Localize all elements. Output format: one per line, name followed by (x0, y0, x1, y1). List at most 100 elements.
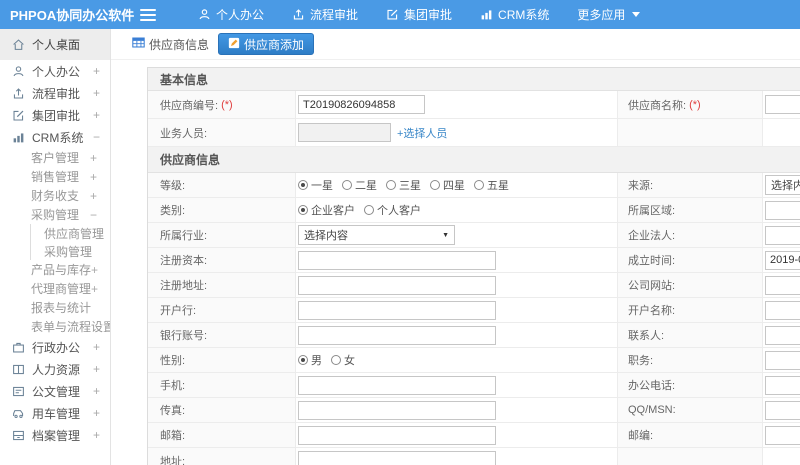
establish-date-input[interactable] (765, 250, 800, 270)
edit-icon (386, 8, 399, 21)
fax-input[interactable] (298, 400, 496, 420)
tab-bar: 供应商信息 供应商添加 (111, 29, 800, 60)
supplier-code-input[interactable] (298, 95, 425, 114)
sidebar-item-finance[interactable]: 财务收支 + (0, 186, 110, 205)
bank-account-input[interactable] (298, 325, 496, 345)
bank-input[interactable] (298, 300, 496, 320)
sidebar-item-archive-mgmt[interactable]: 档案管理 + (0, 424, 110, 446)
tab-supplier-list[interactable]: 供应商信息 (132, 36, 209, 53)
book-icon (12, 363, 25, 376)
grade-option-3star[interactable]: 三星 (386, 177, 421, 193)
sidebar-item-admin-office[interactable]: 行政办公 + (0, 336, 110, 358)
grade-option-4star[interactable]: 四星 (430, 177, 465, 193)
legal-person-label: 企业法人: (628, 230, 676, 242)
region-input[interactable] (765, 200, 800, 220)
select-staff-link[interactable]: +选择人员 (397, 125, 447, 141)
nav-workflow-approval[interactable]: 流程审批 (292, 6, 358, 23)
sidebar-item-hr[interactable]: 人力资源 + (0, 358, 110, 380)
sidebar-item-reports[interactable]: 报表与统计 (0, 298, 110, 317)
email-input[interactable] (298, 425, 496, 445)
document-icon (12, 385, 25, 398)
nav-group-approval[interactable]: 集团审批 (386, 6, 452, 23)
registered-address-input[interactable] (298, 275, 496, 295)
category-option-personal[interactable]: 个人客户 (364, 202, 421, 218)
gender-option-female[interactable]: 女 (331, 352, 355, 368)
sidebar-item-customer-mgmt[interactable]: 客户管理 + (0, 148, 110, 167)
website-input[interactable] (765, 275, 800, 295)
sidebar-item-purchase-mgmt[interactable]: 采购管理 − (0, 205, 110, 224)
grade-option-2star[interactable]: 二星 (342, 177, 377, 193)
nav-more-apps[interactable]: 更多应用 (577, 6, 641, 23)
contact-label: 联系人: (628, 330, 665, 342)
gender-option-male[interactable]: 男 (298, 352, 322, 368)
user-icon (12, 65, 25, 78)
mobile-input[interactable] (298, 375, 496, 395)
form-row-grade: 等级: 一星 二星 三星 四星 五星 来源: 选择内容▼ (148, 173, 800, 198)
sidebar-item-agent-mgmt[interactable]: 代理商管理 + (0, 279, 110, 298)
sidebar-item-product-inventory[interactable]: 产品与库存 + (0, 260, 110, 279)
sidebar-item-procurement-mgmt[interactable]: 采购管理 (30, 242, 110, 260)
upload-icon (12, 87, 25, 100)
office-phone-label: 办公电话: (628, 380, 676, 392)
tab-supplier-add[interactable]: 供应商添加 (218, 33, 315, 55)
sidebar-item-form-workflow-settings[interactable]: 表单与流程设置+ (0, 317, 110, 336)
sidebar-item-workflow-approval[interactable]: 流程审批 + (0, 82, 110, 104)
sidebar-item-personal-desktop[interactable]: 个人桌面 (0, 29, 110, 60)
email-label: 邮箱: (160, 430, 186, 442)
gender-radio-group: 男 女 (298, 352, 355, 368)
contact-input[interactable] (765, 325, 800, 345)
position-label: 职务: (628, 355, 654, 367)
account-name-input[interactable] (765, 300, 800, 320)
sidebar-item-supplier-mgmt[interactable]: 供应商管理 (30, 224, 110, 242)
expand-icon: + (91, 262, 99, 277)
sidebar-item-document-mgmt[interactable]: 公文管理 + (0, 380, 110, 402)
sidebar-item-vehicle-mgmt[interactable]: 用车管理 + (0, 402, 110, 424)
postcode-label: 邮编: (628, 430, 654, 442)
postcode-input[interactable] (765, 425, 800, 445)
required-mark: (*) (689, 98, 701, 111)
registered-capital-input[interactable] (298, 250, 496, 270)
collapse-icon: − (89, 207, 97, 222)
staff-input[interactable] (298, 123, 391, 142)
sidebar-item-crm[interactable]: CRM系统 − (0, 126, 110, 148)
briefcase-icon (12, 341, 25, 354)
supplier-name-input[interactable] (765, 95, 800, 114)
bank-account-label: 银行账号: (160, 330, 208, 342)
nav-crm-system[interactable]: CRM系统 (480, 6, 549, 23)
source-select[interactable]: 选择内容▼ (765, 175, 800, 195)
office-phone-input[interactable] (765, 375, 800, 395)
sidebar-item-sales-mgmt[interactable]: 销售管理 + (0, 167, 110, 186)
expand-icon: + (92, 86, 100, 100)
collapse-icon: − (92, 130, 100, 144)
car-icon (12, 407, 25, 420)
sidebar-item-group-approval[interactable]: 集团审批 + (0, 104, 110, 126)
expand-icon: + (92, 406, 100, 420)
supplier-add-form: 基本信息 供应商编号:(*) 供应商名称:(*) 业务人员: +选择人员 供应商… (147, 67, 800, 465)
radio-checked-icon (298, 180, 308, 190)
sidebar-item-personal-office[interactable]: 个人办公 + (0, 60, 110, 82)
top-nav: 个人办公 流程审批 集团审批 CRM系统 更多应用 (198, 6, 641, 23)
form-row-category: 类别: 企业客户 个人客户 所属区域: (148, 198, 800, 223)
address-input[interactable] (298, 451, 496, 465)
add-page-icon (228, 37, 240, 52)
legal-person-input[interactable] (765, 225, 800, 245)
website-label: 公司网站: (628, 280, 676, 292)
category-option-company[interactable]: 企业客户 (298, 202, 355, 218)
nav-personal-office[interactable]: 个人办公 (198, 6, 264, 23)
form-row-registered-capital: 注册资本: 成立时间: (148, 248, 800, 273)
qq-msn-label: QQ/MSN: (628, 404, 676, 416)
qq-msn-input[interactable] (765, 400, 800, 420)
grade-option-1star[interactable]: 一星 (298, 177, 333, 193)
radio-icon (386, 180, 396, 190)
radio-icon (331, 355, 341, 365)
radio-checked-icon (298, 205, 308, 215)
position-input[interactable] (765, 350, 800, 370)
industry-select[interactable]: 选择内容 ▼ (298, 225, 455, 245)
menu-toggle-icon[interactable] (140, 8, 156, 21)
phpoa-app: PHPOA协同办公软件 个人办公 流程审批 集团审批 CRM系统 更多应用 个人… (0, 0, 800, 465)
region-label: 所属区域: (628, 205, 676, 217)
form-row-bank-account: 银行账号: 联系人: (148, 323, 800, 348)
grade-option-5star[interactable]: 五星 (474, 177, 509, 193)
topbar: PHPOA协同办公软件 个人办公 流程审批 集团审批 CRM系统 更多应用 (0, 0, 800, 29)
bank-label: 开户行: (160, 305, 197, 317)
